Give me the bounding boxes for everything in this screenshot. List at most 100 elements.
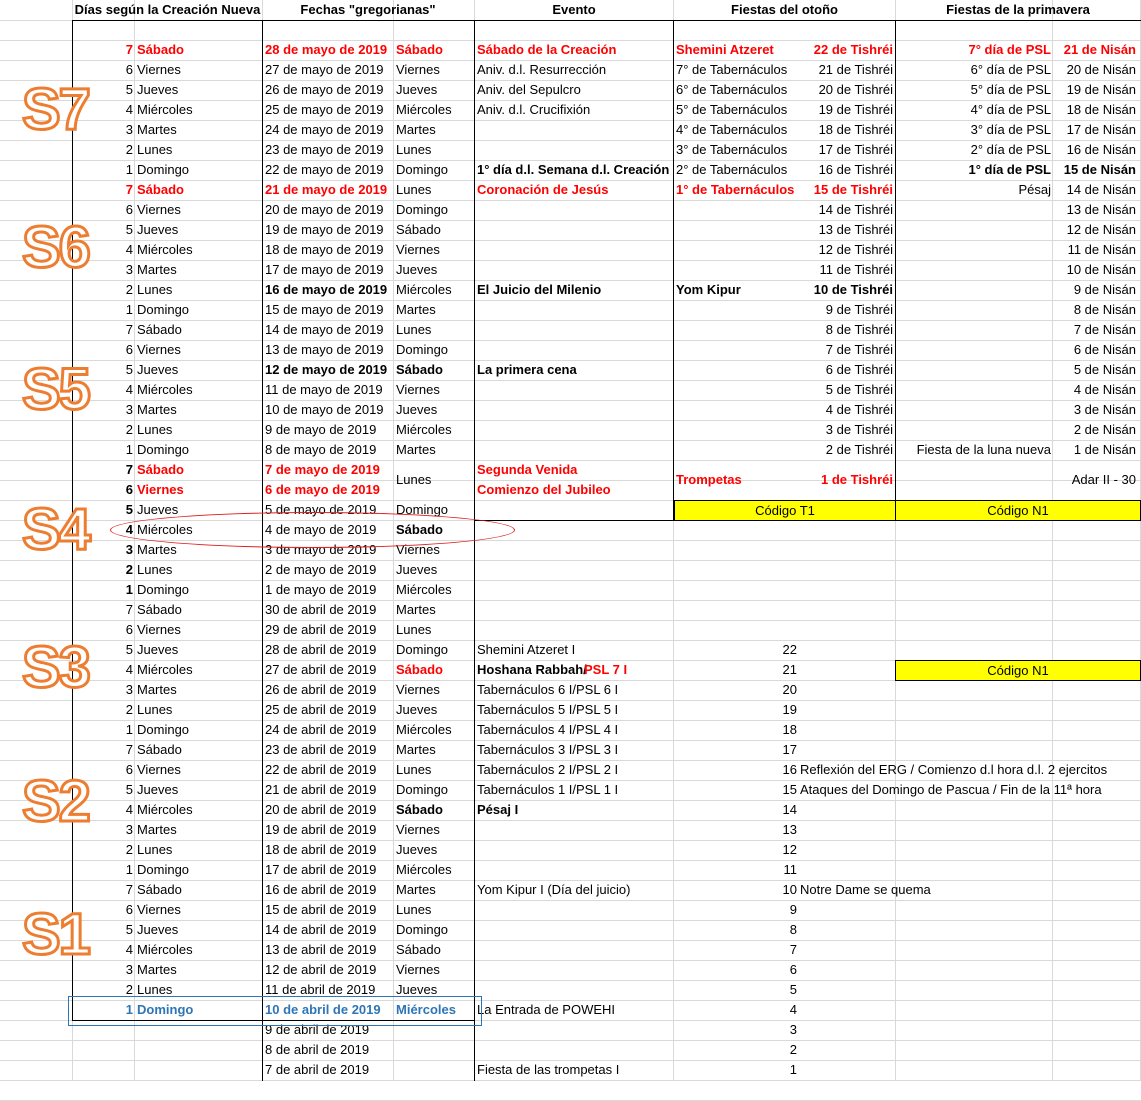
cell-r51-c6[interactable]: 1 <box>676 1060 797 1080</box>
cell-r10-c2[interactable]: 18 de mayo de 2019 <box>265 240 393 260</box>
cell-r9-c2[interactable]: 19 de mayo de 2019 <box>265 220 393 240</box>
cell-r13-c8[interactable]: 8 de Nisán <box>1056 300 1136 320</box>
cell-r5-c1[interactable]: Lunes <box>137 140 262 160</box>
cell-r33-c1[interactable]: Lunes <box>137 700 262 720</box>
cell-r10-c3[interactable]: Viernes <box>396 240 472 260</box>
cell-r10-c8[interactable]: 11 de Nisán <box>1056 240 1136 260</box>
cell-r4-c1[interactable]: Martes <box>137 120 262 140</box>
cell-r26-c1[interactable]: Lunes <box>137 560 262 580</box>
cell-r44-c3[interactable]: Domingo <box>396 920 472 940</box>
cell-r21-c1[interactable]: Sábado <box>137 460 262 480</box>
cell-r36-c7[interactable]: Reflexión del ERG / Comienzo d.l hora d.… <box>800 760 1140 780</box>
cell-r4-c3[interactable]: Martes <box>396 120 472 140</box>
cell-r28-c0[interactable]: 7 <box>73 600 133 620</box>
cell-r36-c2[interactable]: 22 de abril de 2019 <box>265 760 393 780</box>
cell-r1-c4[interactable]: Aniv. d.l. Resurrección <box>477 60 673 80</box>
cell-r2-c6[interactable]: 20 de Tishréi <box>770 80 893 100</box>
cell-r42-c4[interactable]: Yom Kipur I (Día del juicio) <box>477 880 673 900</box>
cell-r40-c2[interactable]: 18 de abril de 2019 <box>265 840 393 860</box>
cell-r15-c6[interactable]: 7 de Tishréi <box>770 340 893 360</box>
cell-r14-c2[interactable]: 14 de mayo de 2019 <box>265 320 393 340</box>
cell-r34-c2[interactable]: 24 de abril de 2019 <box>265 720 393 740</box>
cell-r4-c6[interactable]: 18 de Tishréi <box>770 120 893 140</box>
cell-r46-c1[interactable]: Martes <box>137 960 262 980</box>
cell-r35-c4[interactable]: Tabernáculos 3 I/PSL 3 I <box>477 740 673 760</box>
cell-r34-c1[interactable]: Domingo <box>137 720 262 740</box>
cell-r6-c6[interactable]: 16 de Tishréi <box>770 160 893 180</box>
code-n1-box-2[interactable]: Código N1 <box>895 660 1141 681</box>
cell-r0-c6[interactable]: 22 de Tishréi <box>770 40 893 60</box>
cell-r50-c6[interactable]: 2 <box>676 1040 797 1060</box>
cell-r1-c1[interactable]: Viernes <box>137 60 262 80</box>
cell-r14-c8[interactable]: 7 de Nisán <box>1056 320 1136 340</box>
cell-r41-c3[interactable]: Miércoles <box>396 860 472 880</box>
cell-r5-c3[interactable]: Lunes <box>396 140 472 160</box>
cell-r38-c4[interactable]: Pésaj I <box>477 800 673 820</box>
cell-r20-c0[interactable]: 1 <box>73 440 133 460</box>
cell-r36-c3[interactable]: Lunes <box>396 760 472 780</box>
cell-r11-c8[interactable]: 10 de Nisán <box>1056 260 1136 280</box>
cell-r12-c1[interactable]: Lunes <box>137 280 262 300</box>
cell-r10-c1[interactable]: Miércoles <box>137 240 262 260</box>
cell-r6-c4[interactable]: 1° día d.l. Semana d.l. Creación <box>477 160 673 180</box>
cell-r29-c1[interactable]: Viernes <box>137 620 262 640</box>
cell-r2-c1[interactable]: Jueves <box>137 80 262 100</box>
cell-r6-c8[interactable]: 15 de Nisán <box>1056 160 1136 180</box>
cell-r43-c6[interactable]: 9 <box>676 900 797 920</box>
cell-r4-c8[interactable]: 17 de Nisán <box>1056 120 1136 140</box>
cell-r14-c3[interactable]: Lunes <box>396 320 472 340</box>
cell-r13-c6[interactable]: 9 de Tishréi <box>770 300 893 320</box>
cell-r2-c3[interactable]: Jueves <box>396 80 472 100</box>
cell-r1-c3[interactable]: Viernes <box>396 60 472 80</box>
cell-r18-c1[interactable]: Martes <box>137 400 262 420</box>
cell-r15-c3[interactable]: Domingo <box>396 340 472 360</box>
cell-r35-c3[interactable]: Martes <box>396 740 472 760</box>
cell-r27-c3[interactable]: Miércoles <box>396 580 472 600</box>
column-header-b[interactable]: Fechas "gregorianas" <box>263 0 473 20</box>
cell-r51-c4[interactable]: Fiesta de las trompetas I <box>477 1060 673 1080</box>
column-header-e[interactable]: Fiestas de la primavera <box>896 0 1140 20</box>
cell-r7-c8[interactable]: 14 de Nisán <box>1056 180 1136 200</box>
cell-r35-c1[interactable]: Sábado <box>137 740 262 760</box>
cell-r3-c7[interactable]: 4° día de PSL <box>898 100 1051 120</box>
cell-r41-c2[interactable]: 17 de abril de 2019 <box>265 860 393 880</box>
cell-r19-c3[interactable]: Miércoles <box>396 420 472 440</box>
cell-r21-c4[interactable]: Segunda Venida <box>477 460 673 480</box>
cell-r32-c6[interactable]: 20 <box>676 680 797 700</box>
cell-r7-c4[interactable]: Coronación de Jesús <box>477 180 673 200</box>
cell-r31-c1[interactable]: Miércoles <box>137 660 262 680</box>
cell-r39-c3[interactable]: Viernes <box>396 820 472 840</box>
cell-r7-c1[interactable]: Sábado <box>137 180 262 200</box>
cell-r3-c3[interactable]: Miércoles <box>396 100 472 120</box>
cell-r5-c2[interactable]: 23 de mayo de 2019 <box>265 140 393 160</box>
cell-r9-c6[interactable]: 13 de Tishréi <box>770 220 893 240</box>
cell-r0-c0[interactable]: 7 <box>73 40 133 60</box>
cell-r3-c6[interactable]: 19 de Tishréi <box>770 100 893 120</box>
cell-r20-c6[interactable]: 2 de Tishréi <box>770 440 893 460</box>
cell-r22-c1[interactable]: Viernes <box>137 480 262 500</box>
cell-r5-c0[interactable]: 2 <box>73 140 133 160</box>
cell-r46-c3[interactable]: Viernes <box>396 960 472 980</box>
cell-r16-c4[interactable]: La primera cena <box>477 360 673 380</box>
cell-r14-c6[interactable]: 8 de Tishréi <box>770 320 893 340</box>
cell-r26-c2[interactable]: 2 de mayo de 2019 <box>265 560 393 580</box>
cell-r22-c2[interactable]: 6 de mayo de 2019 <box>265 480 393 500</box>
cell-r1-c7[interactable]: 6° día de PSL <box>898 60 1051 80</box>
cell-r31-c6[interactable]: 21 <box>676 660 797 680</box>
cell-r8-c8[interactable]: 13 de Nisán <box>1056 200 1136 220</box>
cell-r37-c2[interactable]: 21 de abril de 2019 <box>265 780 393 800</box>
cell-r9-c3[interactable]: Sábado <box>396 220 472 240</box>
cell-r42-c7[interactable]: Notre Dame se quema <box>800 880 1140 900</box>
cell-r17-c6[interactable]: 5 de Tishréi <box>770 380 893 400</box>
cell-r0-c3[interactable]: Sábado <box>396 40 472 60</box>
cell-r6-c3[interactable]: Domingo <box>396 160 472 180</box>
cell-r37-c1[interactable]: Jueves <box>137 780 262 800</box>
cell-r33-c6[interactable]: 19 <box>676 700 797 720</box>
cell-r11-c2[interactable]: 17 de mayo de 2019 <box>265 260 393 280</box>
cell-r36-c6[interactable]: 16 <box>676 760 797 780</box>
cell-r1-c2[interactable]: 27 de mayo de 2019 <box>265 60 393 80</box>
cell-r20-c8[interactable]: 1 de Nisán <box>1056 440 1136 460</box>
cell-r34-c0[interactable]: 1 <box>73 720 133 740</box>
cell-r3-c1[interactable]: Miércoles <box>137 100 262 120</box>
code-t1-box[interactable]: Código T1 <box>674 500 896 521</box>
